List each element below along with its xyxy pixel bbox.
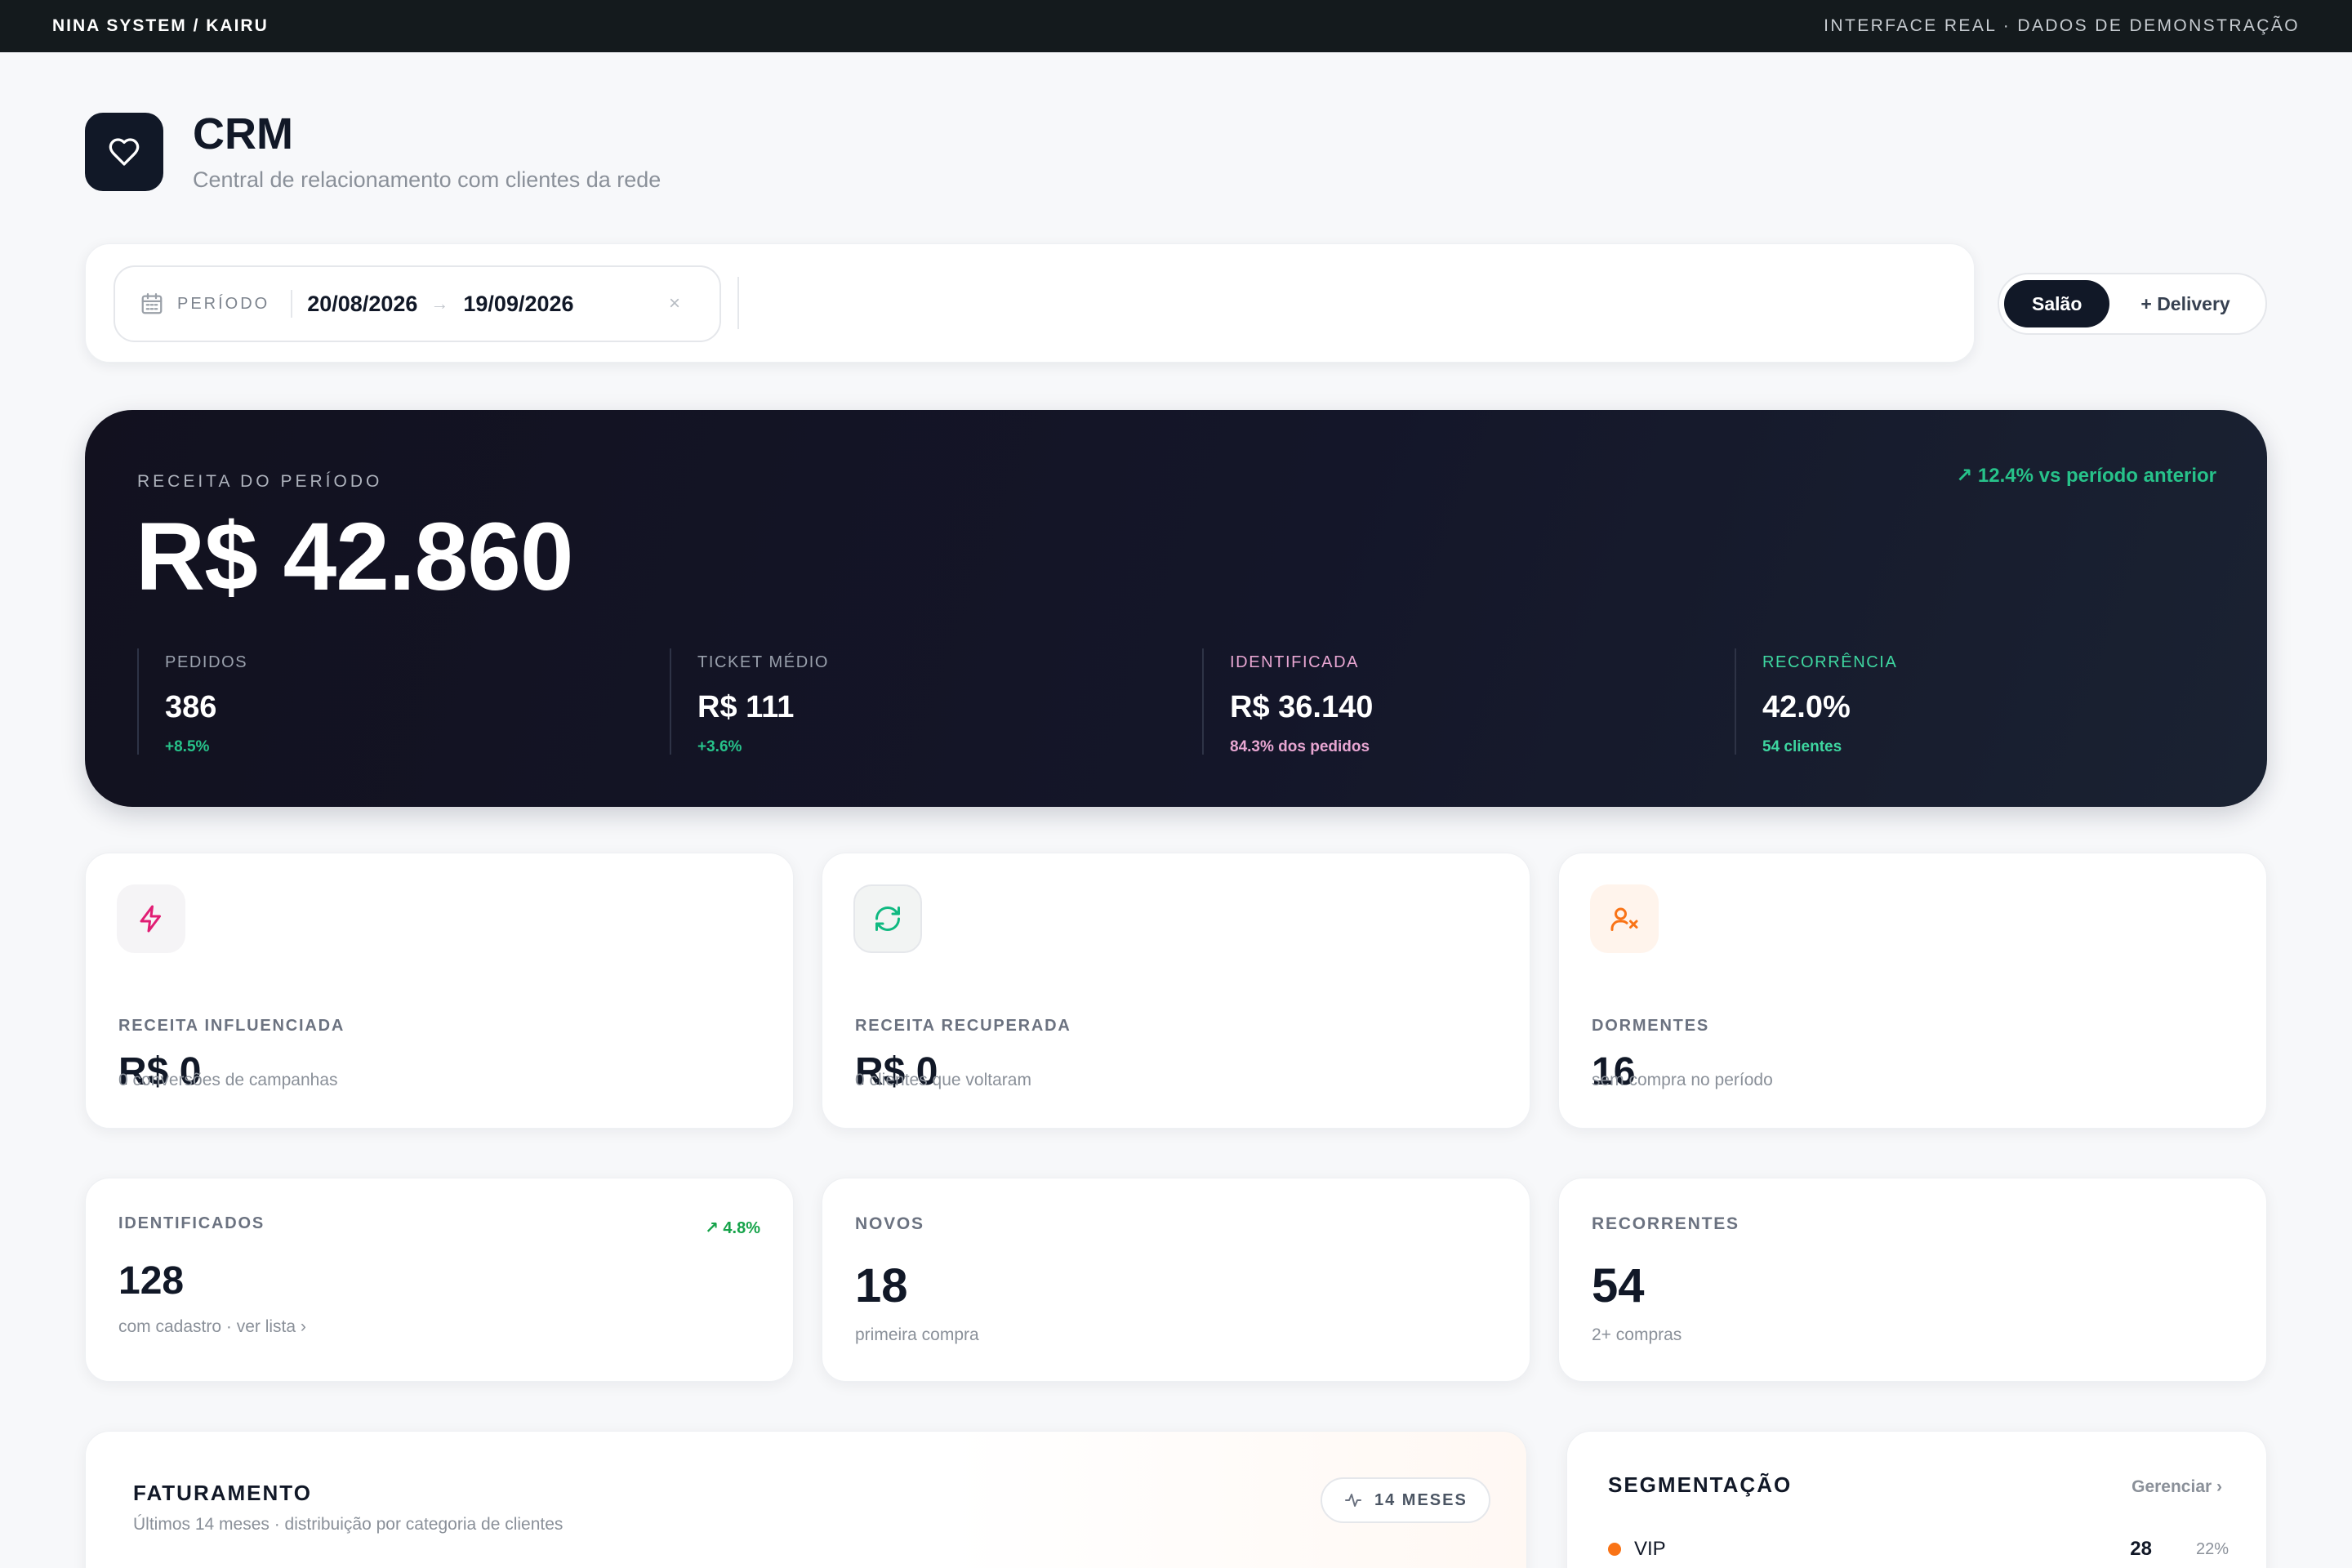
metric-card-receita-recuperada[interactable]: RECEITA RECUPERADA R$ 0 0 clientes que v… [822, 853, 1530, 1129]
metric-sub: sem compra no período [1592, 1071, 1773, 1089]
segment-color-dot [1608, 1543, 1621, 1556]
stat-label: PEDIDOS [165, 653, 248, 671]
brand-label: NINA SYSTEM / KAIRU [52, 16, 269, 35]
metric-card-receita-influenciada[interactable]: RECEITA INFLUENCIADA R$ 0 0 conversões d… [85, 853, 794, 1129]
segment-row[interactable]: VIP 28 22% [1608, 1533, 2229, 1566]
stat-value: 386 [165, 690, 217, 724]
stat-value: R$ 36.140 [1230, 690, 1374, 724]
metric-sub: 2+ compras [1592, 1325, 1682, 1344]
lightning-icon [117, 884, 185, 953]
months-range-button[interactable]: 14 MESES [1321, 1477, 1490, 1523]
months-range-label: 14 MESES [1374, 1490, 1468, 1509]
clear-period-icon[interactable]: × [669, 292, 680, 315]
period-picker[interactable]: PERÍODO 20/08/2026 → 19/09/2026 × [114, 265, 721, 342]
page-header: CRM Central de relacionamento com client… [85, 109, 662, 193]
faturamento-subtitle: Últimos 14 meses · distribuição por cate… [133, 1515, 564, 1534]
channel-toggle: Salão + Delivery [1998, 273, 2267, 335]
channel-salao-button[interactable]: Salão [2004, 280, 2110, 327]
segmentacao-title: SEGMENTAÇÃO [1608, 1472, 1793, 1497]
arrow-right-icon: → [430, 293, 449, 314]
metric-sub: 0 clientes que voltaram [855, 1071, 1031, 1089]
stat-sub: 54 clientes [1762, 738, 1842, 755]
stat-ticket-medio: TICKET MÉDIO R$ 111 +3.6% [670, 648, 1202, 755]
stat-pedidos: PEDIDOS 386 +8.5% [137, 648, 670, 755]
hero-stats: PEDIDOS 386 +8.5% TICKET MÉDIO R$ 111 +3… [137, 648, 2267, 755]
revenue-delta: ↗ 12.4% vs período anterior [1956, 465, 2216, 487]
metric-value: 18 [855, 1259, 908, 1312]
revenue-hero-card: RECEITA DO PERÍODO R$ 42.860 ↗ 12.4% vs … [85, 410, 2267, 807]
heart-icon [109, 138, 140, 166]
stat-label: IDENTIFICADA [1230, 653, 1360, 671]
faturamento-title: FATURAMENTO [133, 1481, 312, 1505]
stat-value: R$ 111 [697, 690, 795, 724]
metric-label: IDENTIFICADOS [118, 1214, 265, 1232]
metric-card-recorrentes[interactable]: RECORRENTES 54 2+ compras [1558, 1178, 2267, 1382]
metric-label: RECORRENTES [1592, 1214, 1740, 1233]
view-list-link[interactable]: com cadastro · ver lista › [118, 1317, 306, 1337]
metric-label: DORMENTES [1592, 1017, 1709, 1035]
segment-percent: 22% [2195, 1539, 2229, 1558]
metric-value: 128 [118, 1259, 185, 1303]
metric-label: RECEITA RECUPERADA [855, 1017, 1071, 1035]
revenue-label: RECEITA DO PERÍODO [137, 472, 383, 491]
stat-label: RECORRÊNCIA [1762, 653, 1898, 671]
stat-value: 42.0% [1762, 690, 1851, 724]
metric-label: NOVOS [855, 1214, 924, 1233]
filter-divider [737, 277, 739, 329]
metric-label: RECEITA INFLUENCIADA [118, 1017, 345, 1035]
crm-logo [85, 113, 163, 191]
metric-card-identificados[interactable]: IDENTIFICADOS ↗ 4.8% 128 com cadastro · … [85, 1178, 794, 1382]
metric-delta: ↗ 4.8% [705, 1219, 760, 1237]
metric-sub: primeira compra [855, 1325, 979, 1344]
metric-sub: 0 conversões de campanhas [118, 1071, 338, 1089]
revenue-value: R$ 42.860 [136, 503, 574, 611]
user-x-icon [1590, 884, 1659, 953]
channel-delivery-button[interactable]: + Delivery [2140, 293, 2230, 315]
faturamento-panel: FATURAMENTO Últimos 14 meses · distribui… [85, 1431, 1527, 1568]
activity-icon [1345, 1494, 1361, 1507]
stat-identificada: IDENTIFICADA R$ 36.140 84.3% dos pedidos [1202, 648, 1735, 755]
metric-card-novos[interactable]: NOVOS 18 primeira compra [822, 1178, 1530, 1382]
segmentacao-panel: SEGMENTAÇÃO Gerenciar › VIP 28 22% [1566, 1431, 2267, 1568]
top-bar: NINA SYSTEM / KAIRU INTERFACE REAL · DAD… [0, 0, 2352, 52]
segment-name: VIP [1634, 1538, 1666, 1560]
period-end-date[interactable]: 19/09/2026 [463, 292, 573, 317]
page-title: CRM [193, 109, 293, 158]
stat-recorrencia: RECORRÊNCIA 42.0% 54 clientes [1735, 648, 2267, 755]
page-subtitle: Central de relacionamento com clientes d… [193, 167, 662, 192]
metric-card-dormentes[interactable]: DORMENTES 16 sem compra no período [1558, 853, 2267, 1129]
manage-segments-link[interactable]: Gerenciar › [2132, 1477, 2222, 1497]
segment-count: 28 [2130, 1538, 2152, 1560]
stat-label: TICKET MÉDIO [697, 653, 830, 671]
period-label: PERÍODO [177, 290, 293, 318]
stat-sub: 84.3% dos pedidos [1230, 738, 1370, 755]
environment-note: INTERFACE REAL · DADOS DE DEMONSTRAÇÃO [1824, 16, 2300, 35]
metric-value: 54 [1592, 1259, 1645, 1312]
refresh-icon [853, 884, 922, 953]
period-start-date[interactable]: 20/08/2026 [307, 292, 417, 317]
filter-bar: PERÍODO 20/08/2026 → 19/09/2026 × [85, 243, 1975, 363]
stat-sub: +8.5% [165, 738, 210, 755]
calendar-icon [141, 293, 163, 314]
stat-sub: +3.6% [697, 738, 742, 755]
